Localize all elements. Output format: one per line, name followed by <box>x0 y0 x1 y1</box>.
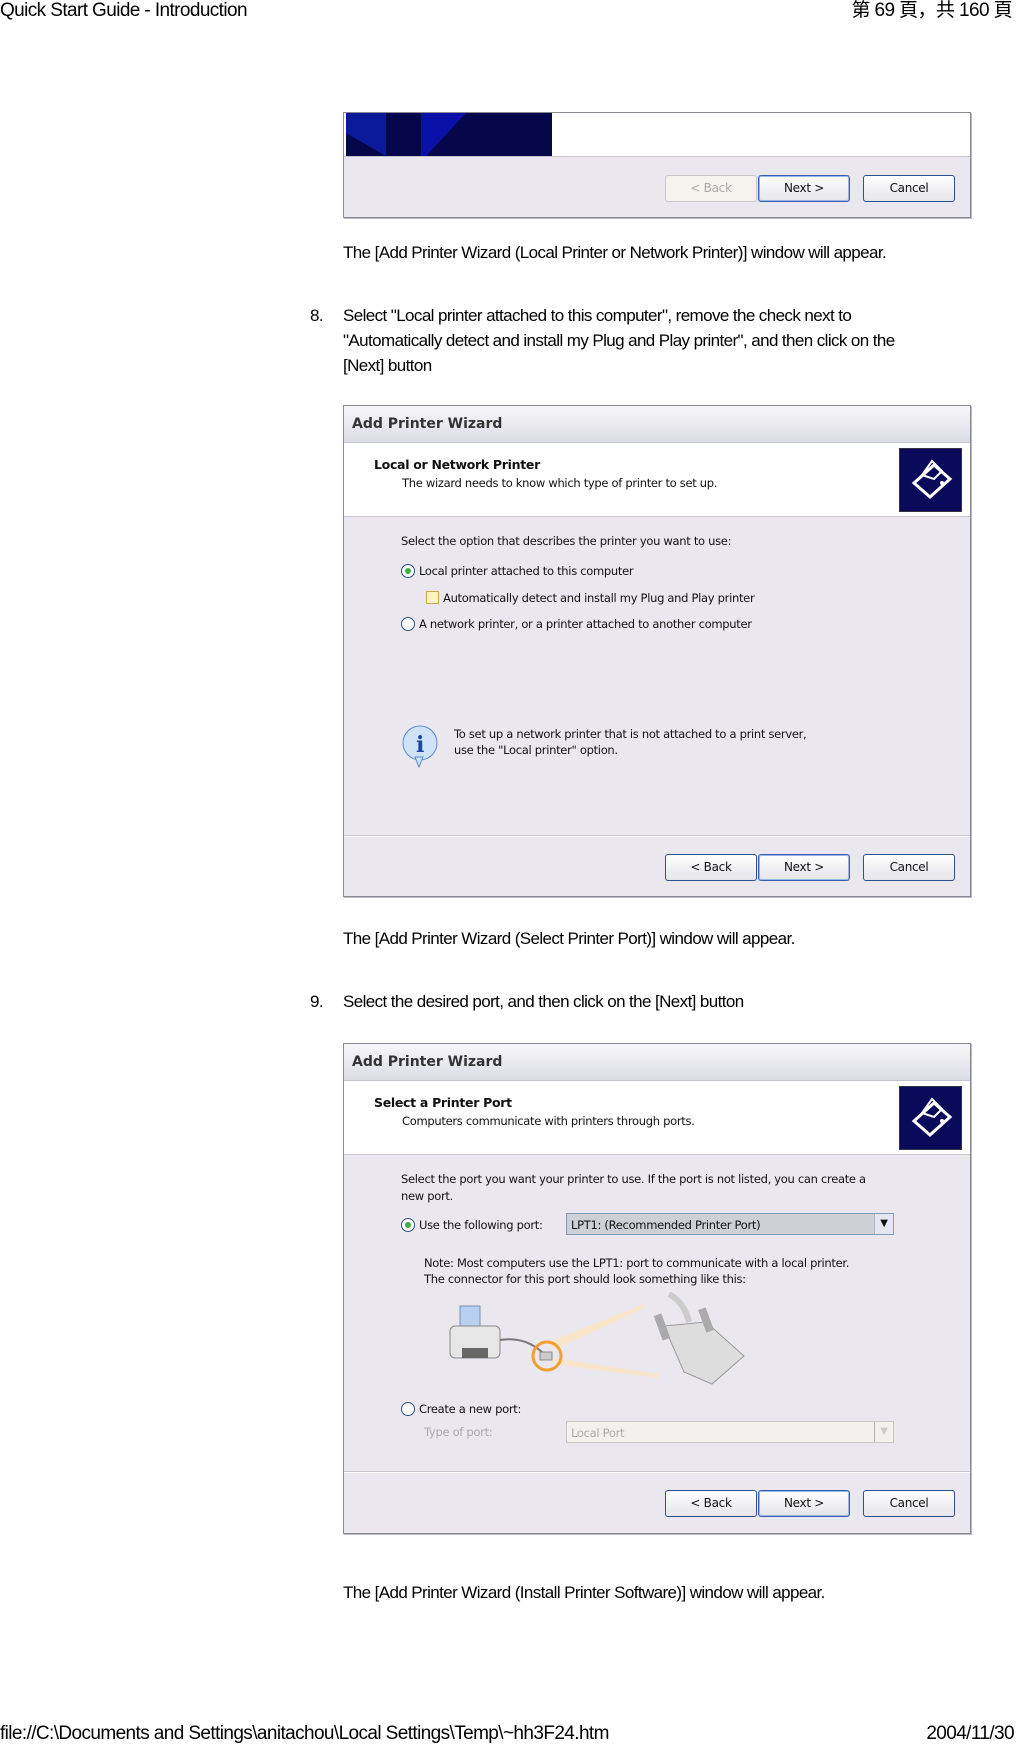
note-text: Note: Most computers use the LPT1: port … <box>424 1256 850 1270</box>
dialog-heading: Local or Network Printer <box>374 457 540 472</box>
back-button[interactable]: < Back <box>665 175 757 202</box>
next-button[interactable]: Next > <box>758 854 850 881</box>
footer-path: file://C:\Documents and Settings\anitach… <box>0 1723 609 1744</box>
auto-detect-checkbox[interactable] <box>426 591 439 604</box>
step-text: Select "Local printer attached to this c… <box>343 306 852 325</box>
auto-detect-label[interactable]: Automatically detect and install my Plug… <box>443 591 755 605</box>
next-button[interactable]: Next > <box>758 175 850 202</box>
chevron-down-icon[interactable]: ▼ <box>874 1214 893 1234</box>
local-or-network-dialog: Add Printer Wizard Local or Network Prin… <box>343 405 971 897</box>
next-button[interactable]: Next > <box>758 1490 850 1517</box>
dialog-subheading: Computers communicate with printers thro… <box>402 1114 695 1128</box>
local-printer-label[interactable]: Local printer attached to this computer <box>419 564 634 578</box>
prompt-text: Select the option that describes the pri… <box>401 534 732 548</box>
caption: The [Add Printer Wizard (Select Printer … <box>343 929 795 948</box>
wizard-dialog-fragment: < Back Next > Cancel <box>343 112 971 218</box>
svg-text:i: i <box>416 732 424 758</box>
caption: The [Add Printer Wizard (Local Printer o… <box>343 243 887 262</box>
title-bar: Add Printer Wizard <box>344 1044 970 1081</box>
printer-icon <box>899 448 962 512</box>
dialog-title: Add Printer Wizard <box>352 416 503 432</box>
select-printer-port-dialog: Add Printer Wizard Select a Printer Port… <box>343 1043 971 1534</box>
create-port-radio[interactable] <box>401 1402 415 1416</box>
dialog-subheading: The wizard needs to know which type of p… <box>402 476 718 490</box>
note-text: The connector for this port should look … <box>424 1272 746 1286</box>
back-button[interactable]: < Back <box>665 1490 757 1517</box>
port-select-value: LPT1: (Recommended Printer Port) <box>571 1218 761 1232</box>
network-printer-radio[interactable] <box>401 617 415 631</box>
use-port-label[interactable]: Use the following port: <box>419 1218 543 1232</box>
prompt-text: new port. <box>401 1189 453 1203</box>
info-icon: i <box>402 725 438 768</box>
type-of-port-label: Type of port: <box>424 1425 493 1439</box>
step-number: 9. <box>310 992 324 1011</box>
title-bar: Add Printer Wizard <box>344 406 970 443</box>
port-type-select: Local Port ▼ <box>566 1421 894 1443</box>
header-title: Quick Start Guide - Introduction <box>0 0 248 21</box>
step-text: Select the desired port, and then click … <box>343 992 744 1011</box>
printer-icon <box>899 1086 962 1150</box>
local-printer-radio[interactable] <box>401 564 415 578</box>
wizard-banner-image <box>346 113 552 156</box>
info-text-line: use the "Local printer" option. <box>454 743 618 757</box>
use-port-radio[interactable] <box>401 1218 415 1232</box>
step-number: 8. <box>310 306 324 325</box>
document-page: Quick Start Guide - Introduction 第 69 頁，… <box>0 0 1016 1748</box>
page-indicator: 第 69 頁，共 160 頁 <box>851 0 1012 21</box>
prompt-text: Select the port you want your printer to… <box>401 1172 866 1186</box>
dialog-heading: Select a Printer Port <box>374 1095 512 1110</box>
port-select[interactable]: LPT1: (Recommended Printer Port) ▼ <box>566 1213 894 1235</box>
cancel-button[interactable]: Cancel <box>863 175 955 202</box>
network-printer-label[interactable]: A network printer, or a printer attached… <box>419 617 752 631</box>
cancel-button[interactable]: Cancel <box>863 854 955 881</box>
step-text: [Next] button <box>343 356 432 375</box>
chevron-down-icon: ▼ <box>874 1422 893 1442</box>
info-text-line: To set up a network printer that is not … <box>454 727 807 741</box>
back-button[interactable]: < Back <box>665 854 757 881</box>
cancel-button[interactable]: Cancel <box>863 1490 955 1517</box>
footer-date: 2004/11/30 <box>926 1723 1014 1744</box>
port-connector-illustration <box>449 1292 745 1385</box>
step-text: "Automatically detect and install my Plu… <box>343 331 895 350</box>
caption: The [Add Printer Wizard (Install Printer… <box>343 1583 825 1602</box>
dialog-title: Add Printer Wizard <box>352 1054 503 1070</box>
port-type-value: Local Port <box>571 1426 625 1440</box>
create-port-label[interactable]: Create a new port: <box>419 1402 521 1416</box>
